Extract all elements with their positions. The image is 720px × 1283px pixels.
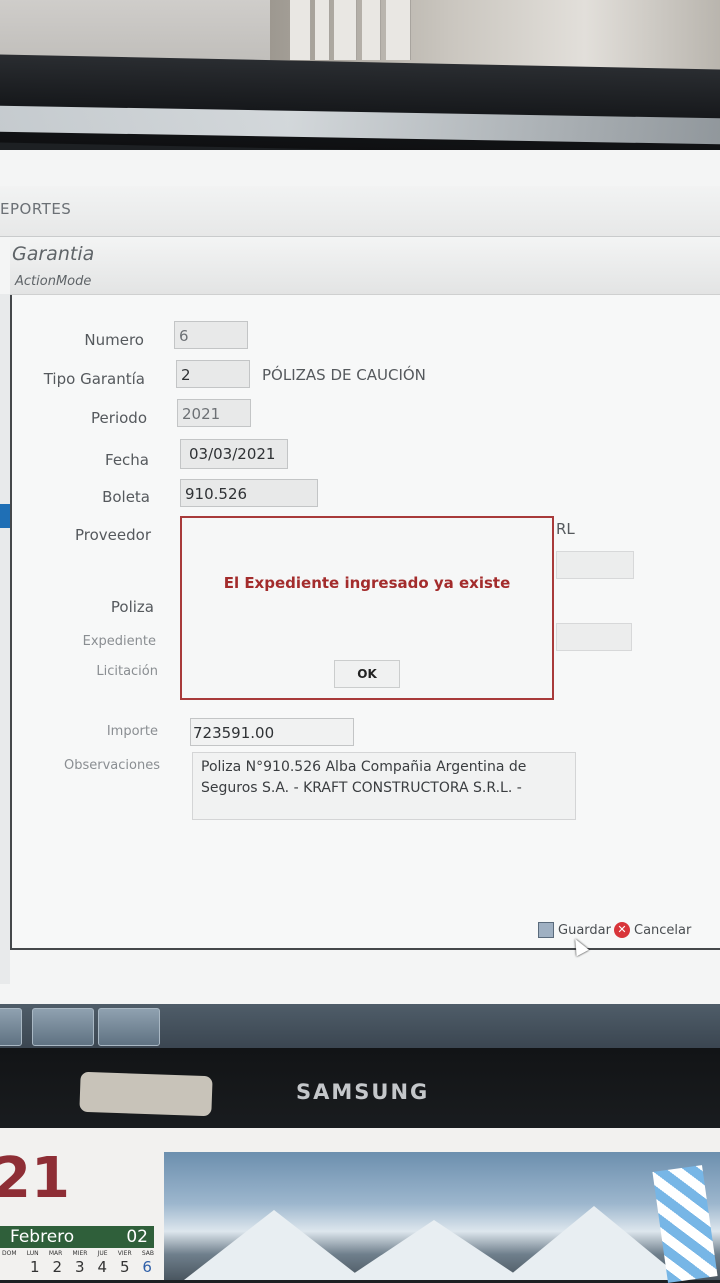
label-fecha: Fecha <box>105 451 149 469</box>
shelf-book <box>290 0 311 60</box>
guardar-button[interactable]: Guardar <box>538 922 611 938</box>
label-periodo: Periodo <box>91 409 147 427</box>
monitor-brand-logo: SAMSUNG <box>296 1080 430 1104</box>
guardar-label: Guardar <box>558 922 611 938</box>
error-dialog: El Expediente ingresado ya existe OK <box>180 516 554 700</box>
calendar-month-number: 02 <box>126 1227 148 1247</box>
calendar-weekday: SAB <box>141 1250 154 1257</box>
shelf-book <box>334 0 357 60</box>
observaciones-field[interactable]: Poliza N°910.526 Alba Compañia Argentina… <box>192 752 576 820</box>
shelf-book <box>386 0 411 60</box>
calendar-weekday: JUE <box>97 1250 108 1257</box>
tipo-garantia-description: PÓLIZAS DE CAUCIÓN <box>262 366 426 384</box>
calendar-weekday: MAR <box>48 1250 63 1257</box>
calendar-month-bar: 02 Febrero <box>0 1226 154 1248</box>
shelf-book <box>315 0 330 60</box>
app-menubar <box>0 186 720 237</box>
left-panel-selection[interactable] <box>0 504 10 528</box>
observaciones-line: Seguros S.A. - KRAFT CONSTRUCTORA S.R.L.… <box>201 780 522 796</box>
calendar-weekday: DOM <box>2 1250 17 1257</box>
periodo-field[interactable]: 2021 <box>177 399 251 427</box>
cancel-icon: ✕ <box>614 922 630 938</box>
label-numero: Numero <box>84 331 144 349</box>
calendar-day: 5 <box>119 1258 130 1276</box>
photo-mountain <box>184 1210 364 1280</box>
bezel-sticker <box>79 1071 213 1117</box>
observaciones-line: Poliza N°910.526 Alba Compañia Argentina… <box>201 759 527 775</box>
calendar-weekdays: DOM LUN MAR MIER JUE VIER SAB <box>2 1250 154 1257</box>
calendar-day: 2 <box>52 1258 63 1276</box>
tipo-garantia-field[interactable]: 2 <box>176 360 250 388</box>
photo-mountain <box>504 1206 684 1280</box>
calendar-weekday: MIER <box>72 1250 88 1257</box>
taskbar-explorer-button[interactable] <box>32 1008 94 1046</box>
taskbar-excel-button[interactable] <box>98 1008 160 1046</box>
label-boleta: Boleta <box>102 488 150 506</box>
calendar-day: 1 <box>30 1258 40 1276</box>
calendar-day: 3 <box>74 1258 85 1276</box>
save-icon <box>538 922 554 938</box>
form-subtitle: ActionMode <box>15 274 92 289</box>
importe-field[interactable]: 723591.00 <box>190 718 354 746</box>
calendar-weekday: LUN <box>26 1250 39 1257</box>
calendar-year: 21 <box>0 1146 70 1211</box>
calendar-weekday: VIER <box>117 1250 132 1257</box>
ok-button[interactable]: OK <box>334 660 400 688</box>
numero-field[interactable]: 6 <box>174 321 248 349</box>
form-header <box>10 238 720 295</box>
calendar-month-name: Febrero <box>10 1227 75 1247</box>
photo-mountain <box>344 1220 524 1280</box>
left-panel-strip <box>0 294 10 984</box>
error-message: El Expediente ingresado ya existe <box>223 574 511 592</box>
label-observaciones: Observaciones <box>64 758 160 773</box>
cancelar-button[interactable]: ✕ Cancelar <box>614 922 691 938</box>
proveedor-name-suffix: RL <box>556 520 575 538</box>
expediente-extra-field[interactable] <box>556 623 632 651</box>
boleta-field[interactable]: 910.526 <box>180 479 318 507</box>
menu-item-reportes[interactable]: EPORTES <box>0 200 71 218</box>
label-poliza: Poliza <box>110 598 154 616</box>
proveedor-extra-field[interactable] <box>556 551 634 579</box>
calendar-photo <box>164 1152 720 1280</box>
fecha-field[interactable]: 03/03/2021 <box>180 439 288 469</box>
taskbar-button[interactable] <box>0 1008 22 1046</box>
label-licitacion: Licitación <box>96 664 158 679</box>
cancelar-label: Cancelar <box>634 922 692 938</box>
shelf-book <box>362 0 381 60</box>
calendar-days: 1 2 3 4 5 6 <box>30 1258 152 1276</box>
label-expediente: Expediente <box>82 634 156 649</box>
label-proveedor: Proveedor <box>75 526 151 544</box>
calendar-day: 4 <box>97 1258 107 1276</box>
calendar-day: 6 <box>142 1258 152 1276</box>
form-title: Garantia <box>12 243 95 265</box>
label-importe: Importe <box>106 724 158 739</box>
label-tipo-garantia: Tipo Garantía <box>43 370 145 388</box>
